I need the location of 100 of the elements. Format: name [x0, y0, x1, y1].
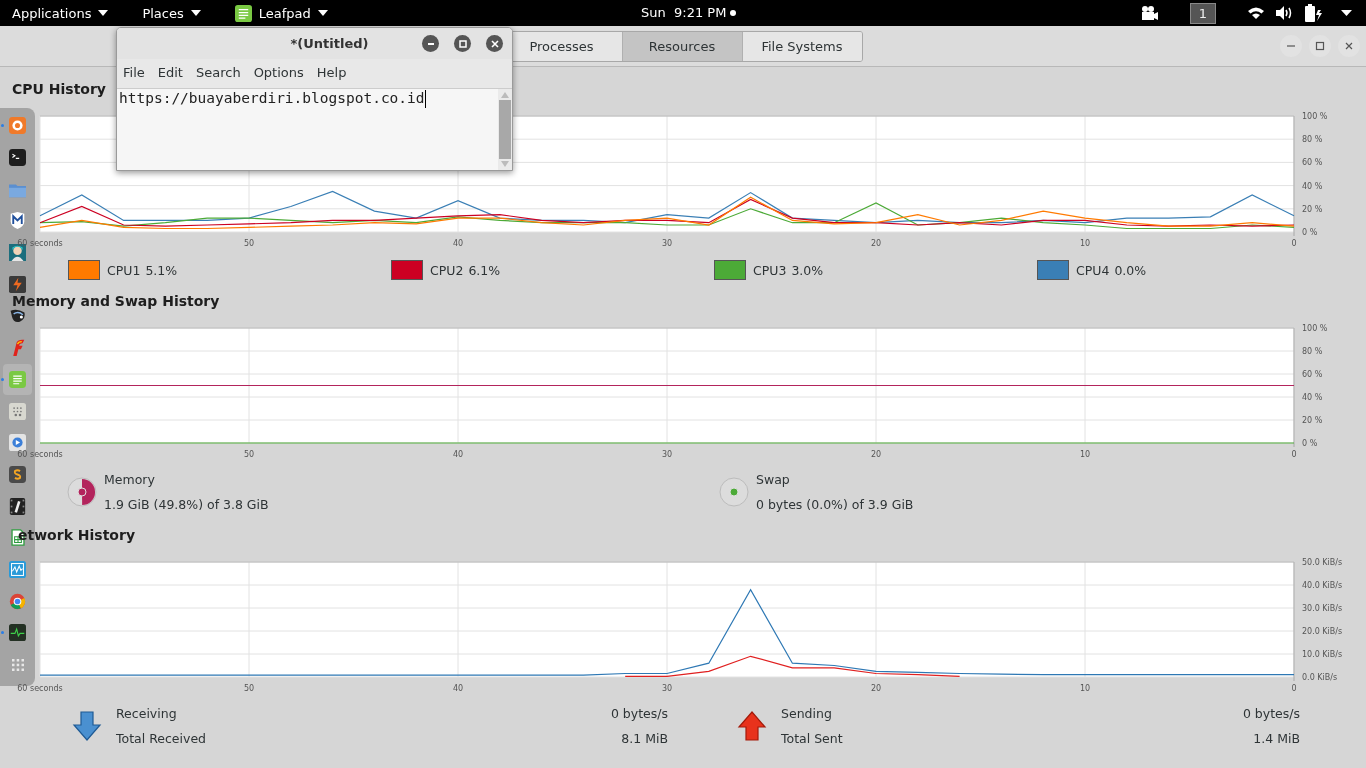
close-icon — [490, 39, 499, 48]
memory-label: Memory — [104, 472, 156, 487]
minimize-icon — [426, 42, 435, 45]
axis-label: 0.0 KiB/s — [1302, 673, 1338, 682]
axis-label: 0 % — [1302, 439, 1318, 448]
axis-label: 50 — [243, 450, 255, 459]
caret-icon[interactable] — [1341, 10, 1352, 16]
axis-label: 50 — [243, 684, 255, 693]
axis-label: 100 % — [1302, 324, 1328, 333]
legend-label: CPU4 — [1076, 262, 1110, 278]
film-icon[interactable] — [9, 497, 26, 515]
axis-label: 20 % — [1302, 416, 1323, 425]
axis-label: 10 — [1079, 239, 1091, 248]
axis-label: 0 — [1291, 684, 1297, 693]
axis-label: 80 % — [1302, 135, 1323, 145]
battery-icon[interactable] — [1305, 4, 1323, 22]
axis-label: 30 — [661, 684, 673, 693]
top-menu[interactable]: Leafpad — [234, 4, 328, 22]
memory-detail: 1.9 GiB (49.8%) of 3.8 GiB — [104, 497, 269, 512]
network-label: Total Sent — [781, 731, 843, 746]
pulse-icon[interactable] — [9, 624, 26, 642]
color-swatch[interactable] — [1037, 260, 1069, 280]
color-swatch[interactable] — [391, 260, 423, 280]
close-button[interactable] — [486, 35, 503, 52]
axis-label: 0 % — [1302, 228, 1318, 237]
axis-label: 10 — [1079, 450, 1091, 459]
animal-icon[interactable] — [9, 307, 26, 325]
wifi-icon[interactable] — [1248, 7, 1264, 19]
network-value: 8.1 MiB — [621, 731, 668, 746]
axis-label: 20 — [870, 684, 882, 693]
volume-icon[interactable] — [1276, 6, 1293, 20]
section-title: CPU History — [12, 80, 106, 99]
color-swatch[interactable] — [68, 260, 100, 280]
network-value: 1.4 MiB — [1253, 731, 1300, 746]
workspace-indicator[interactable]: 1 — [1190, 2, 1216, 24]
keypad-icon[interactable] — [9, 402, 26, 420]
lightning-icon[interactable] — [9, 275, 26, 293]
network-value: 0 bytes/s — [610, 706, 668, 721]
network-value: 0 bytes/s — [1242, 706, 1300, 721]
color-swatch[interactable] — [714, 260, 746, 280]
down-arrow-icon — [72, 711, 102, 741]
menu-item[interactable]: Edit — [157, 64, 183, 80]
network-label: Sending — [781, 706, 832, 721]
axis-label: 0 — [1291, 239, 1297, 248]
axis-label: 60 % — [1302, 370, 1323, 379]
axis-label: 60 seconds — [17, 450, 63, 459]
memory-detail: 0 bytes (0.0%) of 3.9 GiB — [756, 497, 914, 512]
waveform-icon[interactable] — [9, 560, 26, 578]
camera-icon[interactable] — [1140, 6, 1158, 20]
axis-label: 40 — [452, 239, 464, 248]
pie-chart-icon[interactable] — [66, 476, 98, 508]
legend-value: 5.1% — [145, 262, 178, 278]
maximize-button[interactable] — [454, 35, 471, 52]
axis-label: 80 % — [1302, 347, 1323, 356]
axis-label: 20.0 KiB/s — [1302, 627, 1343, 636]
axis-label: 10 — [1079, 684, 1091, 693]
axis-label: 40 — [452, 684, 464, 693]
axis-label: 50.0 KiB/s — [1302, 558, 1343, 567]
legend-value: 0.0% — [1114, 262, 1147, 278]
memory-label: Swap — [756, 472, 791, 487]
tab[interactable]: File Systems — [741, 31, 862, 61]
notepad-icon — [234, 4, 252, 22]
curve-icon[interactable] — [9, 465, 26, 483]
axis-label: 20 — [870, 239, 882, 248]
minimize-button[interactable] — [422, 35, 439, 52]
clock[interactable]: Sun 9:21 PM — [641, 5, 727, 20]
legend-label: CPU1 — [107, 262, 141, 278]
caret-icon — [317, 10, 328, 16]
browser-icon[interactable] — [9, 592, 26, 610]
axis-label: 30.0 KiB/s — [1302, 604, 1343, 613]
axis-label: 20 % — [1302, 204, 1323, 214]
menu-item[interactable]: Options — [253, 64, 304, 80]
menu-item[interactable]: Search — [195, 64, 241, 80]
menu-item[interactable]: File — [123, 64, 145, 80]
play-icon[interactable] — [9, 434, 26, 452]
terminal-icon[interactable] — [9, 149, 26, 167]
legend-label: CPU3 — [753, 262, 787, 278]
maximize-icon — [1315, 41, 1325, 51]
axis-label: 10.0 KiB/s — [1302, 650, 1343, 659]
top-menu[interactable]: Places — [142, 4, 201, 22]
axis-label: 40 — [452, 450, 464, 459]
axis-label: 40 % — [1302, 181, 1323, 191]
tab[interactable]: Resources — [621, 31, 742, 61]
axis-label: 0 — [1291, 450, 1297, 459]
shield-icon[interactable] — [9, 212, 26, 230]
window-title: *(Untitled) — [290, 36, 369, 51]
axis-label: 20 — [870, 450, 882, 459]
axis-label: 50 — [243, 239, 255, 248]
person-icon[interactable] — [9, 244, 26, 262]
maximize-icon — [458, 39, 467, 48]
maximize-button[interactable] — [1309, 35, 1331, 57]
close-button[interactable] — [1338, 35, 1360, 57]
legend-label: CPU2 — [430, 262, 464, 278]
section-title: Memory and Swap History — [12, 292, 220, 311]
browser-icon[interactable] — [9, 117, 26, 135]
top-menu[interactable]: Applications — [12, 4, 109, 22]
legend-value: 3.0% — [791, 262, 824, 278]
menu-item[interactable]: Help — [316, 64, 347, 80]
network-label: Total Received — [116, 731, 207, 746]
close-icon — [1344, 41, 1354, 51]
